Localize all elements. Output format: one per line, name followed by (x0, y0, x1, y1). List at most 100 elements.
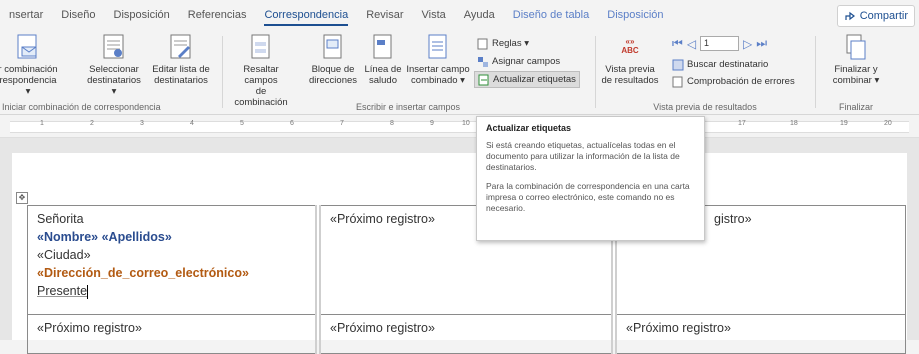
tab-diseno[interactable]: Diseño (52, 0, 104, 30)
document-envelope-icon (17, 34, 39, 60)
insert-field-icon (427, 34, 449, 60)
ruler-number: 18 (790, 120, 798, 127)
match-fields-icon (478, 56, 488, 67)
share-button[interactable]: Compartir (836, 5, 915, 27)
record-number-input[interactable]: 1 (700, 36, 740, 51)
presente-text: Presente (37, 284, 88, 298)
ruler-number: 7 (340, 120, 344, 127)
label-cell[interactable]: Señorita «Nombre» «Apellidos» «Ciudad» «… (27, 205, 321, 315)
label-cell[interactable]: «Próximo registro» (613, 314, 906, 354)
ruler-number: 6 (290, 120, 294, 127)
edit-recipient-list-label: Editar lista de destinatarios (152, 64, 210, 86)
edit-recipient-list-button[interactable]: Editar lista de destinatarios (151, 34, 211, 98)
match-fields-button[interactable]: Asignar campos (477, 54, 560, 69)
address-block-icon (322, 34, 344, 60)
tab-disposicion[interactable]: Disposición (105, 0, 179, 30)
labels-table[interactable]: Señorita «Nombre» «Apellidos» «Ciudad» «… (27, 205, 906, 354)
presente-line: Presente (37, 282, 306, 300)
group-write-label: Escribir e insertar campos (355, 102, 461, 112)
tab-ayuda[interactable]: Ayuda (455, 0, 504, 30)
update-labels-label: Actualizar etiquetas (493, 74, 576, 85)
tooltip-paragraph: Para la combinación de correspondencia e… (486, 181, 690, 213)
rules-label: Reglas ▾ (492, 38, 529, 49)
greeting-line-button[interactable]: Línea de saludo (353, 34, 413, 98)
insert-merge-field-button[interactable]: Insertar campo combinado ▾ (405, 34, 471, 98)
table-move-handle-icon[interactable]: ✥ (16, 192, 28, 204)
group-finish: Finalizar y combinar ▾ Finalizar (816, 30, 896, 114)
greeting-line-label: Línea de saludo (364, 64, 402, 86)
ruler-number: 8 (390, 120, 394, 127)
share-icon (845, 11, 855, 21)
last-record-icon[interactable]: ⏭ (756, 36, 767, 51)
preview-results-button[interactable]: «» ABC Vista previa de resultados (600, 34, 660, 98)
first-record-icon[interactable]: ⏮ (672, 36, 683, 51)
tooltip-paragraph: Si está creando etiquetas, actualícelas … (486, 140, 680, 172)
share-label: Compartir (859, 10, 908, 22)
update-labels-tooltip: Actualizar etiquetas Si está creando eti… (476, 116, 705, 241)
start-mail-merge-button[interactable]: r combinación respondencia ▾ (0, 34, 58, 98)
ruler-number: 2 (90, 120, 94, 127)
next-record-field: «Próximo registro» (330, 321, 435, 335)
horizontal-ruler[interactable]: 1 2 3 4 5 6 7 8 9 10 17 18 19 20 (0, 115, 919, 138)
tab-insertar[interactable]: nsertar (0, 0, 52, 30)
merge-field-city: «Ciudad» (37, 248, 91, 262)
ruler-number: 9 (430, 120, 434, 127)
highlight-fields-icon (250, 34, 272, 60)
ruler-strip (10, 121, 909, 133)
tab-disposicion-tabla[interactable]: Disposición (598, 0, 672, 30)
label-cell[interactable]: «Próximo registro» (27, 314, 321, 354)
ruler-number: 17 (738, 120, 746, 127)
find-recipient-icon (672, 59, 684, 70)
previous-record-icon[interactable]: ◁ (687, 37, 696, 51)
edit-list-icon (170, 34, 192, 60)
ribbon: r combinación respondencia ▾ Seleccionar… (0, 30, 919, 115)
group-start-label: Iniciar combinación de correspondencia (2, 102, 161, 112)
group-preview-results: «» ABC Vista previa de resultados ⏮ ◁ 1 … (596, 30, 814, 114)
recipients-list-icon (103, 34, 125, 60)
preview-results-label: Vista previa de resultados (601, 64, 659, 86)
group-write-insert-fields: Resaltar campos de combinación Bloque de… (223, 30, 593, 114)
update-labels-icon (478, 74, 489, 85)
group-start-mail-merge: r combinación respondencia ▾ Seleccionar… (0, 30, 222, 114)
insert-merge-field-label: Insertar campo combinado ▾ (406, 64, 470, 86)
ruler-number: 19 (840, 120, 848, 127)
next-record-field: «Próximo registro» (37, 321, 142, 335)
start-mail-merge-label: r combinación respondencia ▾ (0, 64, 58, 97)
greeting-line-icon (372, 34, 394, 60)
tab-vista[interactable]: Vista (413, 0, 455, 30)
preview-abc-icon: «» ABC (621, 37, 639, 55)
ribbon-tabs: nsertar Diseño Disposición Referencias C… (0, 0, 919, 30)
next-record-field: «Próximo registro» (626, 321, 731, 335)
text-cursor (87, 284, 89, 299)
ruler-number: 20 (884, 120, 892, 127)
rules-button[interactable]: Reglas ▾ (477, 36, 529, 51)
salutation-text: Señorita (37, 212, 84, 226)
label-cell[interactable]: «Próximo registro» (317, 314, 617, 354)
group-finish-label: Finalizar (838, 102, 873, 112)
ruler-number: 1 (40, 120, 44, 127)
tab-referencias[interactable]: Referencias (179, 0, 256, 30)
record-navigation: ⏮ ◁ 1 ▷ ⏭ (672, 36, 767, 51)
merge-field-name: «Nombre» «Apellidos» (37, 230, 172, 244)
find-recipient-label: Buscar destinatario (687, 59, 769, 70)
tab-diseno-de-tabla[interactable]: Diseño de tabla (504, 0, 598, 30)
tab-correspondencia[interactable]: Correspondencia (255, 0, 357, 30)
select-recipients-label: Seleccionar destinatarios ▾ (87, 64, 141, 97)
check-errors-label: Comprobación de errores (687, 76, 795, 87)
table-row: Señorita «Nombre» «Apellidos» «Ciudad» «… (27, 205, 906, 315)
finish-merge-button[interactable]: Finalizar y combinar ▾ (826, 34, 886, 98)
tab-revisar[interactable]: Revisar (357, 0, 412, 30)
highlight-merge-fields-button[interactable]: Resaltar campos de combinación (231, 34, 291, 108)
ruler-number: 10 (462, 120, 470, 127)
update-labels-button[interactable]: Actualizar etiquetas (474, 71, 580, 88)
ruler-number: 3 (140, 120, 144, 127)
find-recipient-button[interactable]: Buscar destinatario (672, 57, 768, 72)
finish-merge-icon (845, 34, 867, 60)
ruler-number: 4 (190, 120, 194, 127)
select-recipients-button[interactable]: Seleccionar destinatarios ▾ (84, 34, 144, 98)
next-record-icon[interactable]: ▷ (743, 37, 752, 51)
check-errors-button[interactable]: Comprobación de errores (672, 74, 795, 89)
match-fields-label: Asignar campos (492, 56, 561, 67)
table-row: «Próximo registro» «Próximo registro» «P… (27, 314, 906, 354)
group-preview-label: Vista previa de resultados (653, 102, 757, 112)
